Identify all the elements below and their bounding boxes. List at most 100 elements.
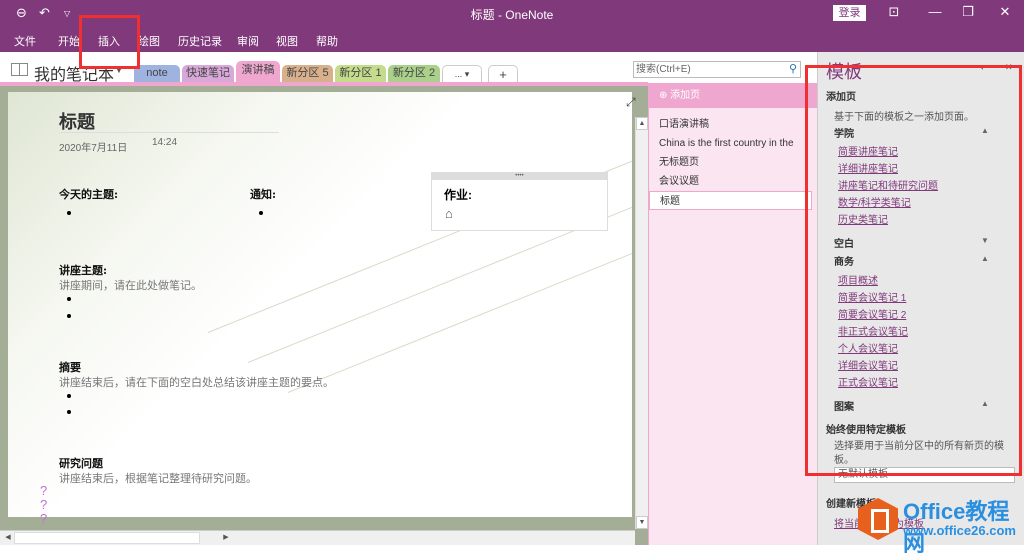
ribbon-tabs: 文件 开始 插入 绘图 历史记录 审阅 视图 帮助	[0, 28, 1024, 52]
tab-help[interactable]: 帮助	[316, 33, 338, 49]
notice-heading[interactable]: 通知:	[250, 186, 276, 202]
tab-file[interactable]: 文件	[14, 33, 36, 49]
search-input[interactable]: 搜索(Ctrl+E) ⚲	[633, 61, 801, 78]
chevron-up-icon[interactable]: ▲	[981, 126, 989, 135]
research-hint[interactable]: 讲座结束后，根据笔记整理待研究问题。	[59, 470, 257, 486]
section-tab-new-5[interactable]: 新分区 5	[282, 65, 333, 82]
template-link[interactable]: 简要讲座笔记	[838, 143, 898, 158]
template-link[interactable]: 历史类笔记	[838, 211, 888, 226]
homework-container[interactable]: •••• 作业: ⌂	[431, 172, 608, 231]
notebook-dropdown-icon[interactable]: ▼	[115, 66, 123, 75]
bullet	[67, 314, 71, 318]
template-link[interactable]: 详细讲座笔记	[838, 160, 898, 175]
more-sections-button[interactable]: ... ▾	[442, 65, 482, 82]
tab-history[interactable]: 历史记录	[178, 33, 222, 49]
bullet	[67, 297, 71, 301]
always-use-heading: 始终使用特定模板	[826, 425, 906, 436]
research-heading[interactable]: 研究问题	[59, 455, 103, 471]
add-icon: ⊕	[659, 90, 668, 101]
section-tab-new-1[interactable]: 新分区 1	[335, 65, 386, 82]
page-title[interactable]: 标题	[59, 108, 95, 134]
page-item[interactable]: China is the first country in the	[649, 134, 812, 153]
category-blank[interactable]: 空白	[834, 235, 854, 250]
add-page-button[interactable]: ⊕ 添加页	[649, 83, 817, 108]
section-tab-speech[interactable]: 演讲稿	[236, 61, 280, 82]
lecture-topic-heading[interactable]: 讲座主题:	[59, 262, 107, 278]
scroll-right-icon[interactable]: ▶	[220, 531, 232, 545]
question-icon: ?	[40, 511, 48, 526]
question-icon: ?	[40, 483, 48, 498]
tab-insert[interactable]: 插入	[98, 33, 120, 49]
template-link[interactable]: 正式会议笔记	[838, 374, 898, 389]
default-template-value: 无默认模板	[838, 469, 888, 480]
bullet	[259, 211, 263, 215]
section-tab-note[interactable]: note	[134, 65, 180, 82]
pane-options-icon[interactable]: ▾	[980, 62, 985, 73]
summary-heading[interactable]: 摘要	[59, 359, 81, 375]
chevron-up-icon[interactable]: ▲	[981, 399, 989, 408]
horizontal-scrollbar[interactable]: ◀ ▶	[0, 530, 635, 545]
close-icon[interactable]: ✕	[995, 4, 1015, 20]
vertical-scrollbar[interactable]: ▲ ▼	[635, 117, 648, 529]
section-tab-new-2[interactable]: 新分区 2	[388, 65, 440, 82]
watermark: Office教程网 www.office26.com	[858, 492, 1024, 556]
home-icon: ⌂	[445, 206, 453, 221]
tab-view[interactable]: 视图	[276, 33, 298, 49]
template-link[interactable]: 非正式会议笔记	[838, 323, 908, 338]
pane-close-icon[interactable]: ✕	[1005, 62, 1013, 73]
homework-heading[interactable]: 作业:	[444, 186, 472, 203]
login-button[interactable]: 登录	[833, 5, 866, 21]
default-template-select[interactable]: 无默认模板	[834, 467, 1015, 483]
tab-home[interactable]: 开始	[58, 33, 80, 49]
page-canvas[interactable]	[8, 92, 632, 517]
restore-icon[interactable]: ❐	[958, 4, 978, 20]
scroll-thumb[interactable]	[14, 532, 200, 544]
always-use-desc: 选择要用于当前分区中的所有新页的模板。	[834, 441, 1004, 466]
page-item-active[interactable]: 标题	[649, 191, 812, 210]
page-time: 14:24	[152, 137, 178, 148]
template-link[interactable]: 数学/科学类笔记	[838, 194, 911, 209]
page-date: 2020年7月11日	[59, 143, 128, 154]
lecture-hint[interactable]: 讲座期间，请在此处做笔记。	[59, 277, 202, 293]
template-link[interactable]: 详细会议笔记	[838, 357, 898, 372]
minimize-icon[interactable]: —	[925, 4, 945, 19]
scroll-down-icon[interactable]: ▼	[636, 516, 648, 529]
bullet	[67, 410, 71, 414]
tab-review[interactable]: 审阅	[237, 33, 259, 49]
notebook-icon	[11, 63, 28, 76]
tab-draw[interactable]: 绘图	[138, 33, 160, 49]
page-item[interactable]: 无标题页	[649, 153, 812, 172]
template-link[interactable]: 项目概述	[838, 272, 878, 287]
chevron-down-icon[interactable]: ▼	[981, 236, 989, 245]
add-page-heading: 添加页	[826, 92, 856, 103]
template-link[interactable]: 简要会议笔记 2	[838, 306, 906, 321]
template-link[interactable]: 讲座笔记和待研究问题	[838, 177, 938, 192]
add-page-label: 添加页	[670, 90, 701, 101]
section-tab-quick-notes[interactable]: 快速笔记	[182, 65, 234, 82]
search-icon[interactable]: ⚲	[789, 62, 797, 77]
question-icon: ?	[40, 497, 48, 512]
ribbon-display-icon[interactable]: ⊡	[884, 4, 904, 20]
container-drag-handle[interactable]: ••••	[432, 173, 607, 180]
templates-pane: 模板 ▾ ✕ 添加页 基于下面的模板之一添加页面。 学院 ▲ 简要讲座笔记 详细…	[817, 52, 1024, 545]
category-business[interactable]: 商务	[834, 253, 854, 268]
full-page-view-icon[interactable]: ⤢	[626, 95, 636, 110]
category-patterns[interactable]: 图案	[834, 398, 854, 413]
page-list: ⊕ 添加页 口语演讲稿 China is the first country i…	[648, 83, 817, 545]
today-topic-heading[interactable]: 今天的主题:	[59, 186, 118, 202]
add-page-desc: 基于下面的模板之一添加页面。	[834, 112, 974, 123]
page-item[interactable]: 会议议题	[649, 172, 812, 191]
chevron-up-icon[interactable]: ▲	[981, 254, 989, 263]
scroll-left-icon[interactable]: ◀	[2, 531, 14, 545]
bullet	[67, 394, 71, 398]
search-placeholder: 搜索(Ctrl+E)	[636, 64, 691, 75]
add-section-button[interactable]: +	[488, 65, 518, 82]
summary-hint[interactable]: 讲座结束后，请在下面的空白处总结该讲座主题的要点。	[59, 374, 334, 390]
template-link[interactable]: 简要会议笔记 1	[838, 289, 906, 304]
watermark-url: www.office26.com	[903, 523, 1016, 538]
page-item[interactable]: 口语演讲稿	[649, 115, 812, 134]
scroll-up-icon[interactable]: ▲	[636, 117, 648, 130]
template-link[interactable]: 个人会议笔记	[838, 340, 898, 355]
category-academic[interactable]: 学院	[834, 125, 854, 140]
title-bar: ⊖ ↶ ▽ 标题 - OneNote 登录 ⊡ — ❐ ✕	[0, 0, 1024, 28]
